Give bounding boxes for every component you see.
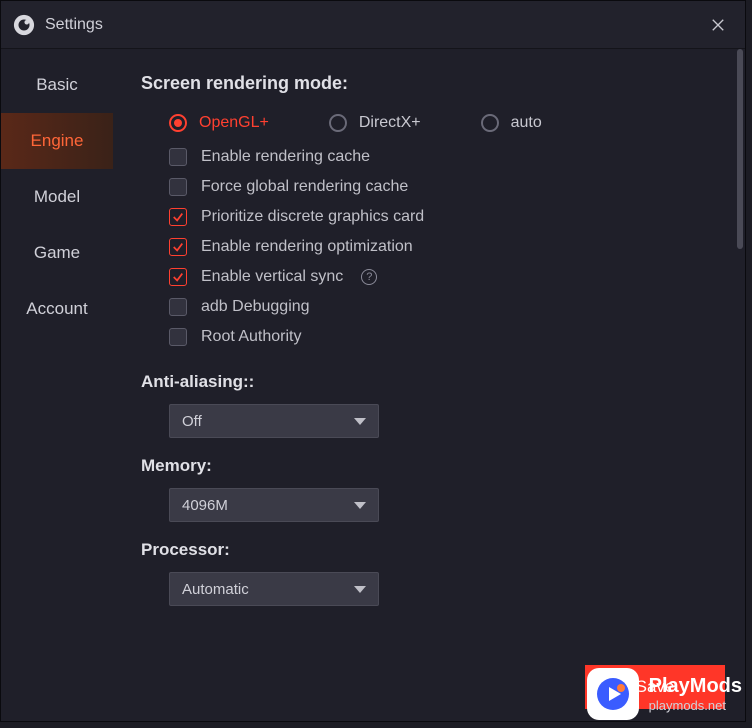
checkbox-discrete-graphics[interactable]: Prioritize discrete graphics card [169, 208, 721, 226]
select-memory[interactable]: 4096M [169, 488, 379, 522]
checkbox-label: Enable vertical sync [201, 268, 343, 286]
select-value: Automatic [182, 581, 249, 598]
help-icon[interactable]: ? [361, 269, 377, 285]
select-value: Off [182, 413, 202, 430]
checkbox-list: Enable rendering cache Force global rend… [141, 148, 721, 346]
sidebar-item-model[interactable]: Model [1, 169, 113, 225]
checkbox-vertical-sync[interactable]: Enable vertical sync ? [169, 268, 721, 286]
checkbox-icon [169, 148, 187, 166]
checkbox-rendering-cache[interactable]: Enable rendering cache [169, 148, 721, 166]
sidebar-item-engine[interactable]: Engine [1, 113, 113, 169]
watermark-title: PlayMods [649, 675, 742, 698]
checkbox-icon [169, 328, 187, 346]
scrollbar-thumb[interactable] [737, 49, 743, 249]
chevron-down-icon [354, 418, 366, 425]
sidebar: Basic Engine Model Game Account [1, 49, 113, 721]
app-icon [13, 14, 35, 36]
checkbox-force-global-cache[interactable]: Force global rendering cache [169, 178, 721, 196]
chevron-down-icon [354, 586, 366, 593]
radio-label: DirectX+ [359, 114, 421, 132]
rendering-mode-radios: OpenGL+ DirectX+ auto [141, 114, 721, 132]
checkbox-icon [169, 238, 187, 256]
watermark: PlayMods playmods.net [587, 668, 742, 720]
checkbox-rendering-optimization[interactable]: Enable rendering optimization [169, 238, 721, 256]
checkbox-label: Root Authority [201, 328, 302, 346]
radio-icon [169, 114, 187, 132]
settings-window: Settings Basic Engine Model Game Account… [0, 0, 746, 722]
field-label: Anti-aliasing:: [141, 372, 721, 392]
sidebar-item-label: Game [34, 243, 80, 263]
checkbox-label: Enable rendering cache [201, 148, 370, 166]
select-value: 4096M [182, 497, 228, 514]
sidebar-item-label: Basic [36, 75, 78, 95]
checkbox-icon [169, 208, 187, 226]
radio-label: auto [511, 114, 542, 132]
close-button[interactable] [703, 10, 733, 40]
checkbox-label: adb Debugging [201, 298, 310, 316]
checkbox-icon [169, 268, 187, 286]
select-processor[interactable]: Automatic [169, 572, 379, 606]
chevron-down-icon [354, 502, 366, 509]
checkbox-label: Enable rendering optimization [201, 238, 413, 256]
radio-auto[interactable]: auto [481, 114, 542, 132]
sidebar-item-label: Account [26, 299, 87, 319]
playmods-logo-icon [587, 668, 639, 720]
radio-opengl[interactable]: OpenGL+ [169, 114, 269, 132]
sidebar-item-label: Model [34, 187, 80, 207]
window-title: Settings [45, 16, 703, 34]
sidebar-item-label: Engine [31, 131, 84, 151]
field-label: Processor: [141, 540, 721, 560]
field-antialiasing: Anti-aliasing:: Off [141, 372, 721, 438]
titlebar: Settings [1, 1, 745, 49]
content-panel: Screen rendering mode: OpenGL+ DirectX+ … [113, 49, 745, 721]
checkbox-icon [169, 298, 187, 316]
sidebar-item-game[interactable]: Game [1, 225, 113, 281]
select-antialiasing[interactable]: Off [169, 404, 379, 438]
field-processor: Processor: Automatic [141, 540, 721, 606]
body: Basic Engine Model Game Account Screen r… [1, 49, 745, 721]
radio-icon [329, 114, 347, 132]
radio-directx[interactable]: DirectX+ [329, 114, 421, 132]
field-memory: Memory: 4096M [141, 456, 721, 522]
checkbox-label: Prioritize discrete graphics card [201, 208, 424, 226]
checkbox-icon [169, 178, 187, 196]
radio-label: OpenGL+ [199, 114, 269, 132]
radio-icon [481, 114, 499, 132]
sidebar-item-account[interactable]: Account [1, 281, 113, 337]
sidebar-item-basic[interactable]: Basic [1, 57, 113, 113]
checkbox-root-authority[interactable]: Root Authority [169, 328, 721, 346]
heading-rendering-mode: Screen rendering mode: [141, 73, 721, 94]
watermark-text: PlayMods playmods.net [649, 675, 742, 713]
field-label: Memory: [141, 456, 721, 476]
checkbox-label: Force global rendering cache [201, 178, 408, 196]
checkbox-adb-debugging[interactable]: adb Debugging [169, 298, 721, 316]
watermark-subtitle: playmods.net [649, 698, 742, 713]
